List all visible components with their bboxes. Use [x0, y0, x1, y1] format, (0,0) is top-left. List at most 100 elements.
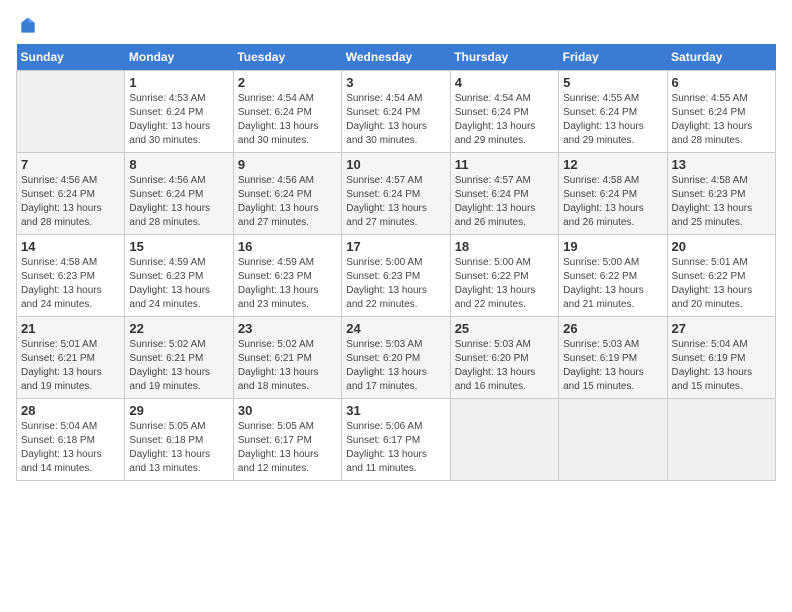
day-number: 11	[455, 157, 554, 172]
calendar-day-cell: 5 Sunrise: 4:55 AMSunset: 6:24 PMDaylight…	[559, 71, 667, 153]
weekday-header-sunday: Sunday	[17, 44, 125, 71]
day-detail: Sunrise: 5:02 AMSunset: 6:21 PMDaylight:…	[129, 338, 228, 394]
weekday-header-thursday: Thursday	[450, 44, 558, 71]
day-detail: Sunrise: 5:06 AMSunset: 6:17 PMDaylight:…	[346, 420, 445, 476]
calendar-day-cell: 17 Sunrise: 5:00 AMSunset: 6:23 PMDayligh…	[342, 235, 450, 317]
logo-icon	[18, 16, 38, 36]
calendar-week-row: 14 Sunrise: 4:58 AMSunset: 6:23 PMDayligh…	[17, 235, 776, 317]
day-number: 23	[238, 321, 337, 336]
calendar-day-cell: 21 Sunrise: 5:01 AMSunset: 6:21 PMDayligh…	[17, 317, 125, 399]
calendar-week-row: 7 Sunrise: 4:56 AMSunset: 6:24 PMDaylight…	[17, 153, 776, 235]
calendar-day-cell: 10Sunrise: 4:57 AMSunset: 6:24 PMDayligh…	[342, 153, 450, 235]
day-number: 25	[455, 321, 554, 336]
day-detail: Sunrise: 4:54 AMSunset: 6:24 PMDaylight:…	[346, 92, 445, 148]
weekday-header-wednesday: Wednesday	[342, 44, 450, 71]
calendar-day-cell: 1 Sunrise: 4:53 AMSunset: 6:24 PMDaylight…	[125, 71, 233, 153]
day-number: 10	[346, 157, 445, 172]
day-detail: Sunrise: 4:55 AMSunset: 6:24 PMDaylight:…	[563, 92, 662, 148]
calendar-day-cell	[450, 399, 558, 481]
calendar-day-cell: 6 Sunrise: 4:55 AMSunset: 6:24 PMDaylight…	[667, 71, 775, 153]
day-number: 24	[346, 321, 445, 336]
day-number: 7	[21, 157, 120, 172]
calendar-day-cell: 11 Sunrise: 4:57 AMSunset: 6:24 PMDayligh…	[450, 153, 558, 235]
day-number: 4	[455, 75, 554, 90]
day-number: 22	[129, 321, 228, 336]
day-number: 2	[238, 75, 337, 90]
logo	[16, 16, 38, 36]
day-detail: Sunrise: 5:03 AMSunset: 6:20 PMDaylight:…	[346, 338, 445, 394]
day-detail: Sunrise: 4:57 AMSunset: 6:24 PMDaylight:…	[455, 174, 554, 230]
day-number: 14	[21, 239, 120, 254]
calendar-week-row: 1 Sunrise: 4:53 AMSunset: 6:24 PMDaylight…	[17, 71, 776, 153]
day-detail: Sunrise: 4:58 AMSunset: 6:23 PMDaylight:…	[21, 256, 120, 312]
day-detail: Sunrise: 4:58 AMSunset: 6:24 PMDaylight:…	[563, 174, 662, 230]
day-detail: Sunrise: 5:01 AMSunset: 6:22 PMDaylight:…	[672, 256, 771, 312]
day-number: 29	[129, 403, 228, 418]
day-number: 3	[346, 75, 445, 90]
day-detail: Sunrise: 5:00 AMSunset: 6:23 PMDaylight:…	[346, 256, 445, 312]
calendar-day-cell	[17, 71, 125, 153]
day-detail: Sunrise: 4:59 AMSunset: 6:23 PMDaylight:…	[238, 256, 337, 312]
day-number: 28	[21, 403, 120, 418]
day-detail: Sunrise: 5:04 AMSunset: 6:19 PMDaylight:…	[672, 338, 771, 394]
calendar-day-cell: 31 Sunrise: 5:06 AMSunset: 6:17 PMDayligh…	[342, 399, 450, 481]
day-detail: Sunrise: 5:01 AMSunset: 6:21 PMDaylight:…	[21, 338, 120, 394]
day-number: 20	[672, 239, 771, 254]
day-detail: Sunrise: 5:03 AMSunset: 6:20 PMDaylight:…	[455, 338, 554, 394]
calendar-day-cell	[667, 399, 775, 481]
calendar-day-cell: 3 Sunrise: 4:54 AMSunset: 6:24 PMDaylight…	[342, 71, 450, 153]
calendar-week-row: 28 Sunrise: 5:04 AMSunset: 6:18 PMDayligh…	[17, 399, 776, 481]
calendar-day-cell: 14 Sunrise: 4:58 AMSunset: 6:23 PMDayligh…	[17, 235, 125, 317]
day-detail: Sunrise: 4:55 AMSunset: 6:24 PMDaylight:…	[672, 92, 771, 148]
calendar-day-cell: 12 Sunrise: 4:58 AMSunset: 6:24 PMDayligh…	[559, 153, 667, 235]
calendar-day-cell: 27 Sunrise: 5:04 AMSunset: 6:19 PMDayligh…	[667, 317, 775, 399]
day-number: 31	[346, 403, 445, 418]
calendar-day-cell: 22 Sunrise: 5:02 AMSunset: 6:21 PMDayligh…	[125, 317, 233, 399]
weekday-header-monday: Monday	[125, 44, 233, 71]
day-detail: Sunrise: 5:05 AMSunset: 6:18 PMDaylight:…	[129, 420, 228, 476]
calendar-day-cell: 24 Sunrise: 5:03 AMSunset: 6:20 PMDayligh…	[342, 317, 450, 399]
calendar-day-cell	[559, 399, 667, 481]
day-number: 30	[238, 403, 337, 418]
day-number: 15	[129, 239, 228, 254]
calendar-day-cell: 13 Sunrise: 4:58 AMSunset: 6:23 PMDayligh…	[667, 153, 775, 235]
day-number: 9	[238, 157, 337, 172]
calendar-day-cell: 16 Sunrise: 4:59 AMSunset: 6:23 PMDayligh…	[233, 235, 341, 317]
calendar-day-cell: 9 Sunrise: 4:56 AMSunset: 6:24 PMDaylight…	[233, 153, 341, 235]
calendar-day-cell: 29 Sunrise: 5:05 AMSunset: 6:18 PMDayligh…	[125, 399, 233, 481]
calendar-day-cell: 20 Sunrise: 5:01 AMSunset: 6:22 PMDayligh…	[667, 235, 775, 317]
day-detail: Sunrise: 4:56 AMSunset: 6:24 PMDaylight:…	[129, 174, 228, 230]
day-number: 6	[672, 75, 771, 90]
calendar-day-cell: 2 Sunrise: 4:54 AMSunset: 6:24 PMDaylight…	[233, 71, 341, 153]
calendar-table: SundayMondayTuesdayWednesdayThursdayFrid…	[16, 44, 776, 481]
day-detail: Sunrise: 4:54 AMSunset: 6:24 PMDaylight:…	[238, 92, 337, 148]
weekday-header-tuesday: Tuesday	[233, 44, 341, 71]
day-number: 27	[672, 321, 771, 336]
calendar-day-cell: 26Sunrise: 5:03 AMSunset: 6:19 PMDayligh…	[559, 317, 667, 399]
day-number: 12	[563, 157, 662, 172]
calendar-day-cell: 25 Sunrise: 5:03 AMSunset: 6:20 PMDayligh…	[450, 317, 558, 399]
calendar-day-cell: 19Sunrise: 5:00 AMSunset: 6:22 PMDayligh…	[559, 235, 667, 317]
weekday-header-saturday: Saturday	[667, 44, 775, 71]
calendar-day-cell: 23 Sunrise: 5:02 AMSunset: 6:21 PMDayligh…	[233, 317, 341, 399]
day-detail: Sunrise: 5:04 AMSunset: 6:18 PMDaylight:…	[21, 420, 120, 476]
day-detail: Sunrise: 5:02 AMSunset: 6:21 PMDaylight:…	[238, 338, 337, 394]
day-detail: Sunrise: 5:00 AMSunset: 6:22 PMDaylight:…	[563, 256, 662, 312]
day-detail: Sunrise: 4:56 AMSunset: 6:24 PMDaylight:…	[238, 174, 337, 230]
day-number: 17	[346, 239, 445, 254]
day-detail: Sunrise: 4:59 AMSunset: 6:23 PMDaylight:…	[129, 256, 228, 312]
day-number: 21	[21, 321, 120, 336]
header	[16, 16, 776, 36]
day-detail: Sunrise: 4:58 AMSunset: 6:23 PMDaylight:…	[672, 174, 771, 230]
day-detail: Sunrise: 5:03 AMSunset: 6:19 PMDaylight:…	[563, 338, 662, 394]
day-number: 18	[455, 239, 554, 254]
day-number: 5	[563, 75, 662, 90]
weekday-header-friday: Friday	[559, 44, 667, 71]
day-detail: Sunrise: 4:54 AMSunset: 6:24 PMDaylight:…	[455, 92, 554, 148]
day-detail: Sunrise: 4:53 AMSunset: 6:24 PMDaylight:…	[129, 92, 228, 148]
day-number: 16	[238, 239, 337, 254]
day-number: 1	[129, 75, 228, 90]
day-number: 13	[672, 157, 771, 172]
day-detail: Sunrise: 5:00 AMSunset: 6:22 PMDaylight:…	[455, 256, 554, 312]
weekday-header-row: SundayMondayTuesdayWednesdayThursdayFrid…	[17, 44, 776, 71]
